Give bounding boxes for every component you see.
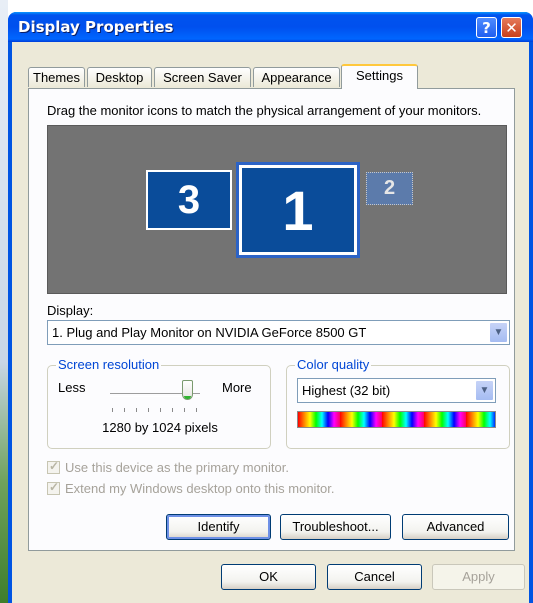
resolution-slider-thumb[interactable] — [182, 380, 194, 400]
extend-desktop-checkbox[interactable] — [47, 480, 60, 495]
dialog-client-area: Themes Desktop Screen Saver Appearance S… — [12, 42, 529, 603]
display-label: Display: — [47, 303, 94, 318]
title-bar[interactable]: Display Properties ? ✕ — [8, 12, 533, 42]
color-quality-legend: Color quality — [295, 357, 372, 372]
identify-button[interactable]: Identify — [166, 514, 271, 540]
desktop-background — [0, 0, 8, 603]
monitor-arrangement-area[interactable]: 3 1 2 — [47, 125, 507, 294]
instruction-text: Drag the monitor icons to match the phys… — [47, 103, 482, 118]
tab-appearance[interactable]: Appearance — [253, 67, 340, 87]
help-button[interactable]: ? — [476, 17, 497, 38]
ok-button[interactable]: OK — [221, 564, 316, 590]
close-icon: ✕ — [505, 18, 518, 37]
resolution-more-label: More — [222, 380, 252, 395]
display-properties-window: Display Properties ? ✕ Themes Desktop Sc… — [8, 12, 533, 603]
monitor-2-number: 2 — [383, 177, 396, 199]
window-title: Display Properties — [18, 18, 174, 36]
color-quality-group: Color quality Highest (32 bit) ▼ — [286, 357, 510, 449]
display-select[interactable]: 1. Plug and Play Monitor on NVIDIA GeFor… — [47, 320, 510, 345]
color-spectrum-bar — [297, 411, 496, 428]
display-select-value: 1. Plug and Play Monitor on NVIDIA GeFor… — [52, 325, 367, 340]
monitor-3-icon[interactable]: 3 — [146, 170, 232, 230]
resolution-less-label: Less — [58, 380, 86, 395]
settings-panel: Drag the monitor icons to match the phys… — [28, 88, 515, 551]
resolution-slider-ticks — [112, 408, 198, 413]
monitor-1-number: 1 — [282, 178, 314, 242]
monitor-3-number: 3 — [177, 177, 201, 222]
extend-desktop-checkbox-row: Extend my Windows desktop onto this moni… — [47, 480, 335, 496]
advanced-button[interactable]: Advanced — [402, 514, 509, 540]
troubleshoot-button[interactable]: Troubleshoot... — [280, 514, 391, 540]
tab-screen-saver[interactable]: Screen Saver — [154, 67, 251, 87]
color-quality-value: Highest (32 bit) — [302, 383, 391, 398]
tab-desktop[interactable]: Desktop — [87, 67, 152, 87]
monitor-2-icon[interactable]: 2 — [366, 172, 413, 205]
primary-monitor-checkbox[interactable] — [47, 459, 60, 474]
primary-monitor-checkbox-row: Use this device as the primary monitor. — [47, 459, 289, 475]
chevron-down-icon[interactable]: ▼ — [475, 380, 494, 401]
screen-resolution-legend: Screen resolution — [56, 357, 162, 372]
cancel-button[interactable]: Cancel — [327, 564, 422, 590]
tab-settings[interactable]: Settings — [341, 64, 418, 89]
extend-desktop-label: Extend my Windows desktop onto this moni… — [65, 480, 335, 496]
primary-monitor-label: Use this device as the primary monitor. — [65, 459, 289, 475]
apply-button[interactable]: Apply — [432, 564, 525, 590]
monitor-1-icon[interactable]: 1 — [236, 162, 360, 258]
resolution-value: 1280 by 1024 pixels — [102, 420, 218, 435]
chevron-down-icon[interactable]: ▼ — [489, 322, 508, 343]
close-button[interactable]: ✕ — [501, 17, 522, 38]
help-icon: ? — [482, 18, 491, 37]
color-quality-select[interactable]: Highest (32 bit) ▼ — [297, 378, 496, 403]
screen-resolution-group: Screen resolution Less More 1280 by 1024… — [47, 357, 271, 449]
tab-themes[interactable]: Themes — [28, 67, 85, 87]
